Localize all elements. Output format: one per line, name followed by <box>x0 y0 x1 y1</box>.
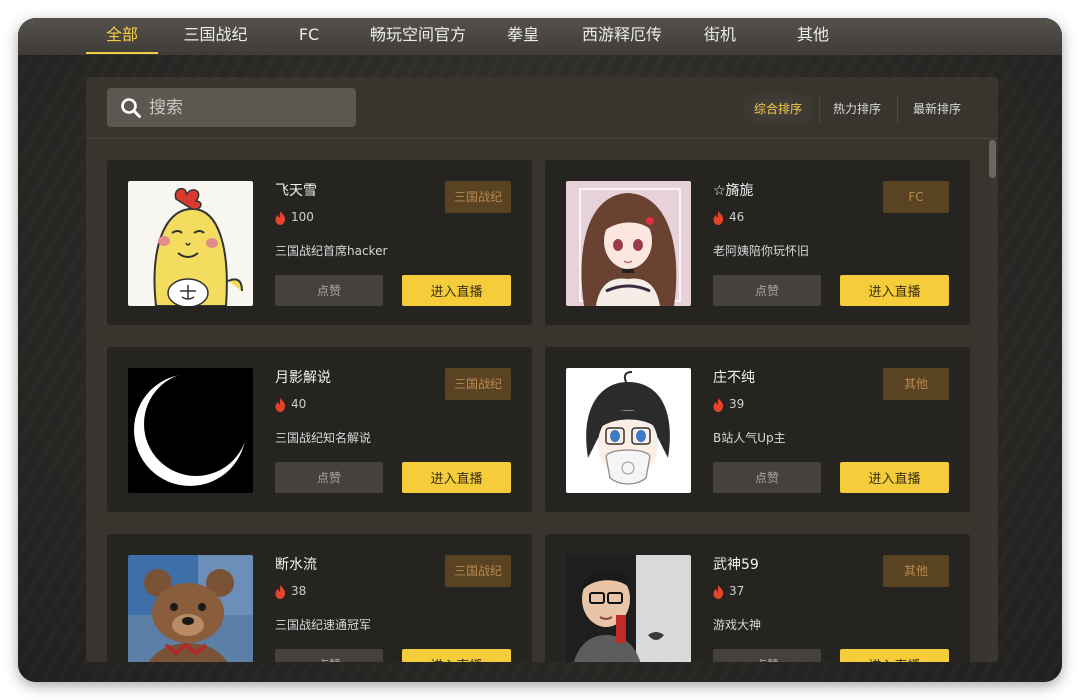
streamer-desc: 三国战纪首席hacker <box>275 244 388 258</box>
like-button[interactable]: 点赞 <box>275 275 383 306</box>
avatar[interactable] <box>128 555 253 662</box>
category-badge: 其他 <box>883 555 949 587</box>
tab-fc[interactable]: FC <box>286 18 332 55</box>
category-badge: 其他 <box>883 368 949 400</box>
streamer-name: ☆旖旎 <box>713 183 754 199</box>
fire-icon <box>275 398 286 412</box>
avatar[interactable] <box>566 368 691 493</box>
tab-all[interactable]: 全部 <box>86 18 158 55</box>
tab-kof[interactable]: 拳皇 <box>498 18 548 55</box>
tab-arcade[interactable]: 街机 <box>696 18 744 55</box>
streamer-panel: 综合排序 热力排序 最新排序 <box>86 77 998 662</box>
scrollbar-track[interactable] <box>989 139 996 662</box>
category-badge: 三国战纪 <box>445 181 511 213</box>
streamer-name: 庄不纯 <box>713 370 755 386</box>
like-button[interactable]: 点赞 <box>275 462 383 493</box>
like-button[interactable]: 点赞 <box>275 649 383 662</box>
streamer-card[interactable]: ☆旖旎 46 老阿姨陪你玩怀旧 FC 点赞 进入直播 <box>545 160 970 325</box>
streamer-desc: 三国战纪速通冠军 <box>275 618 372 632</box>
heat-count: 37 <box>729 584 745 598</box>
enter-live-button[interactable]: 进入直播 <box>840 275 949 306</box>
heat-count: 39 <box>729 397 745 411</box>
app-window: 全部 三国战纪 FC 畅玩空间官方 拳皇 西游释厄传 街机 其他 综合排序 热力… <box>18 18 1062 682</box>
search-input[interactable] <box>149 88 349 127</box>
search-icon <box>121 98 141 118</box>
category-badge: 三国战纪 <box>445 368 511 400</box>
search-box[interactable] <box>107 88 356 127</box>
avatar[interactable] <box>566 181 691 306</box>
scrollbar-thumb[interactable] <box>989 140 996 178</box>
tab-sanguozhanji[interactable]: 三国战纪 <box>178 18 253 55</box>
enter-live-button[interactable]: 进入直播 <box>402 649 511 662</box>
sort-heat[interactable]: 热力排序 <box>833 95 881 123</box>
streamer-desc: 游戏大神 <box>713 618 762 632</box>
tab-xiyou[interactable]: 西游释厄传 <box>576 18 668 55</box>
heat-count: 100 <box>291 210 314 224</box>
tab-other[interactable]: 其他 <box>788 18 838 55</box>
enter-live-button[interactable]: 进入直播 <box>840 649 949 662</box>
fire-icon <box>713 585 724 599</box>
streamer-card[interactable]: 月影解说 40 三国战纪知名解说 三国战纪 点赞 进入直播 <box>107 347 532 512</box>
like-button[interactable]: 点赞 <box>713 462 821 493</box>
heat-count: 46 <box>729 210 745 224</box>
category-badge: 三国战纪 <box>445 555 511 587</box>
streamer-card[interactable]: 飞天雪 100 三国战纪首席hacker 三国战纪 点赞 进入直播 <box>107 160 532 325</box>
streamer-name: 武神59 <box>713 557 759 573</box>
streamer-desc: B站人气Up主 <box>713 431 786 445</box>
sort-newest[interactable]: 最新排序 <box>913 95 961 123</box>
avatar[interactable] <box>566 555 691 662</box>
fire-icon <box>713 211 724 225</box>
toolbar: 综合排序 热力排序 最新排序 <box>86 77 998 139</box>
streamer-card[interactable]: 庄不纯 39 B站人气Up主 其他 点赞 进入直播 <box>545 347 970 512</box>
category-tabbar: 全部 三国战纪 FC 畅玩空间官方 拳皇 西游释厄传 街机 其他 <box>18 18 1062 55</box>
enter-live-button[interactable]: 进入直播 <box>840 462 949 493</box>
streamer-desc: 老阿姨陪你玩怀旧 <box>713 244 810 258</box>
fire-icon <box>275 585 286 599</box>
fire-icon <box>275 211 286 225</box>
enter-live-button[interactable]: 进入直播 <box>402 275 511 306</box>
like-button[interactable]: 点赞 <box>713 649 821 662</box>
streamer-card[interactable]: 武神59 37 游戏大神 其他 点赞 进入直播 <box>545 534 970 662</box>
sort-comprehensive[interactable]: 综合排序 <box>744 93 813 125</box>
streamer-name: 断水流 <box>275 557 317 573</box>
streamer-desc: 三国战纪知名解说 <box>275 431 372 445</box>
like-button[interactable]: 点赞 <box>713 275 821 306</box>
avatar[interactable] <box>128 181 253 306</box>
heat-count: 38 <box>291 584 307 598</box>
sort-divider <box>897 94 898 124</box>
heat-count: 40 <box>291 397 307 411</box>
tab-official[interactable]: 畅玩空间官方 <box>362 18 474 55</box>
streamer-card[interactable]: 断水流 38 三国战纪速通冠军 三国战纪 点赞 进入直播 <box>107 534 532 662</box>
sort-divider <box>819 94 820 124</box>
streamer-name: 月影解说 <box>275 370 331 386</box>
streamer-name: 飞天雪 <box>275 183 317 199</box>
category-badge: FC <box>883 181 949 213</box>
fire-icon <box>713 398 724 412</box>
avatar[interactable] <box>128 368 253 493</box>
enter-live-button[interactable]: 进入直播 <box>402 462 511 493</box>
